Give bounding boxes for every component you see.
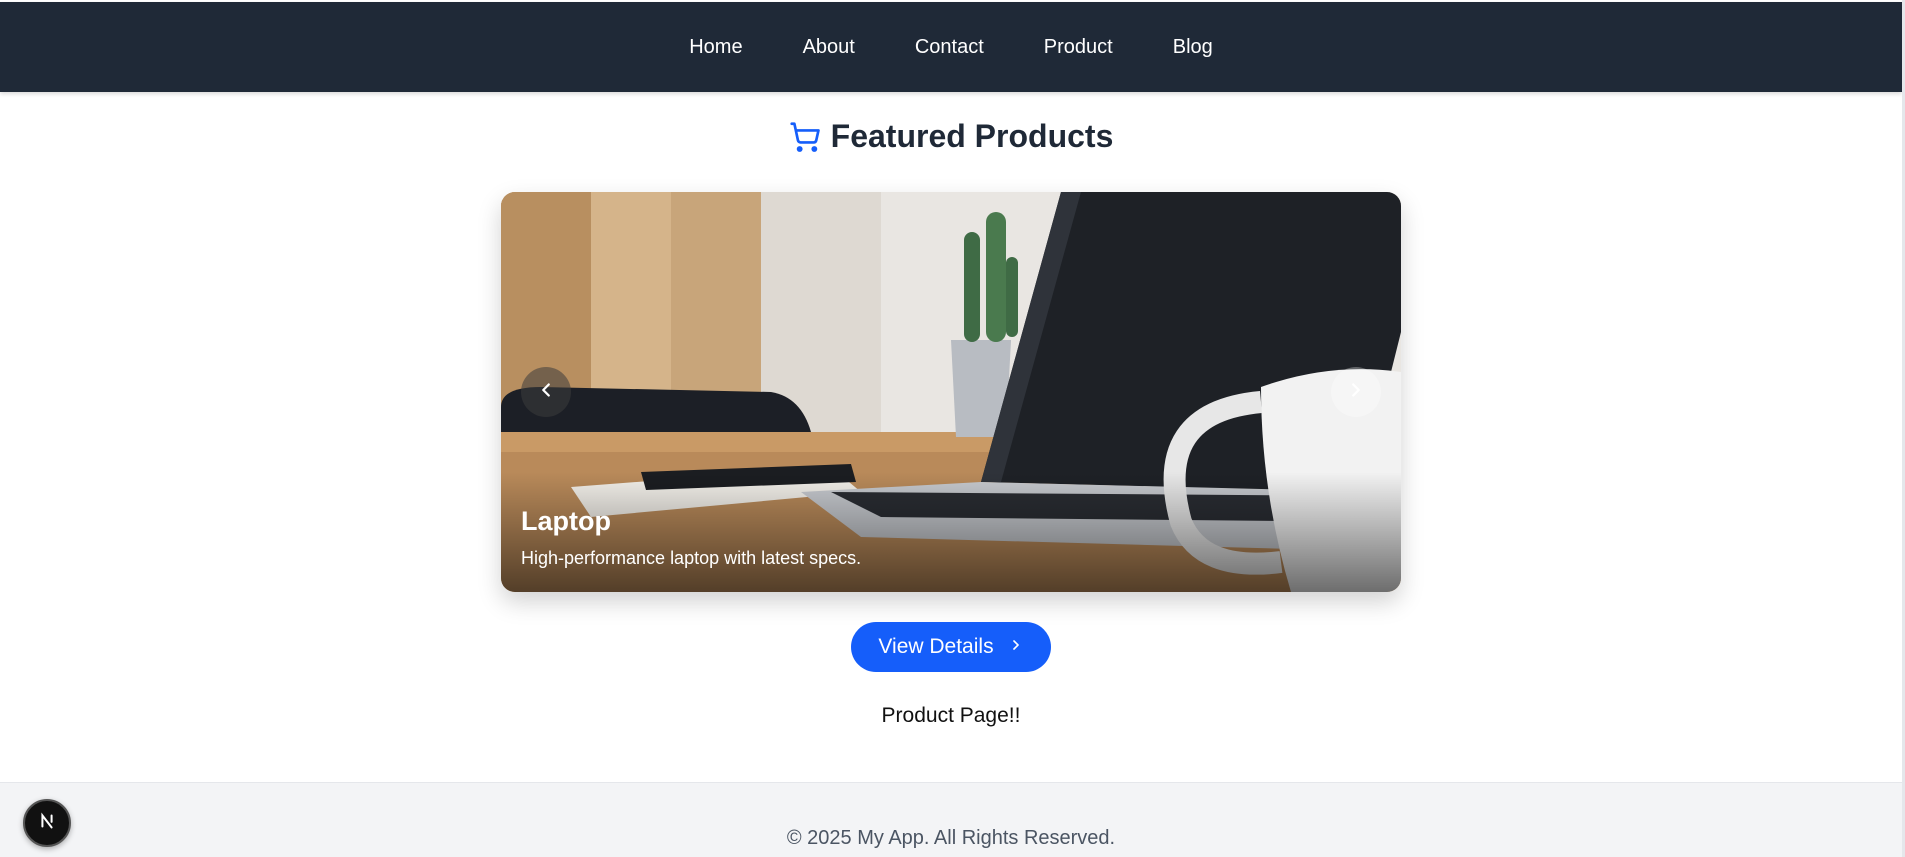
nav-link-product[interactable]: Product <box>1014 36 1143 59</box>
page-title: Featured Products <box>830 118 1114 154</box>
shopping-cart-icon <box>789 121 821 153</box>
nextjs-dev-badge[interactable] <box>23 799 71 847</box>
chevron-left-icon <box>535 379 557 406</box>
nav-link-home[interactable]: Home <box>659 36 772 59</box>
chevron-right-icon <box>1008 635 1024 659</box>
page: Home About Contact Product Blog Featured… <box>0 0 1905 857</box>
view-details-button[interactable]: View Details <box>851 622 1051 672</box>
product-carousel: Laptop High-performance laptop with late… <box>501 192 1401 592</box>
carousel-next-button[interactable] <box>1331 367 1381 417</box>
caption-overlay <box>501 472 1401 592</box>
nav-link-contact[interactable]: Contact <box>885 36 1014 59</box>
chevron-right-icon <box>1345 379 1367 406</box>
product-page-note: Product Page!! <box>881 704 1021 727</box>
slide-description: High-performance laptop with latest spec… <box>521 548 862 568</box>
slide-title: Laptop <box>521 506 611 536</box>
nav-link-blog[interactable]: Blog <box>1143 36 1243 59</box>
view-details-label: View Details <box>878 635 994 658</box>
footer-copyright: © 2025 My App. All Rights Reserved. <box>786 827 1116 849</box>
footer: © 2025 My App. All Rights Reserved. <box>0 782 1902 857</box>
carousel-prev-button[interactable] <box>521 367 571 417</box>
nextjs-logo-icon <box>36 810 58 837</box>
section-heading: Featured Products <box>0 118 1902 155</box>
nav-link-about[interactable]: About <box>773 36 885 59</box>
top-navbar: Home About Contact Product Blog <box>0 2 1902 92</box>
